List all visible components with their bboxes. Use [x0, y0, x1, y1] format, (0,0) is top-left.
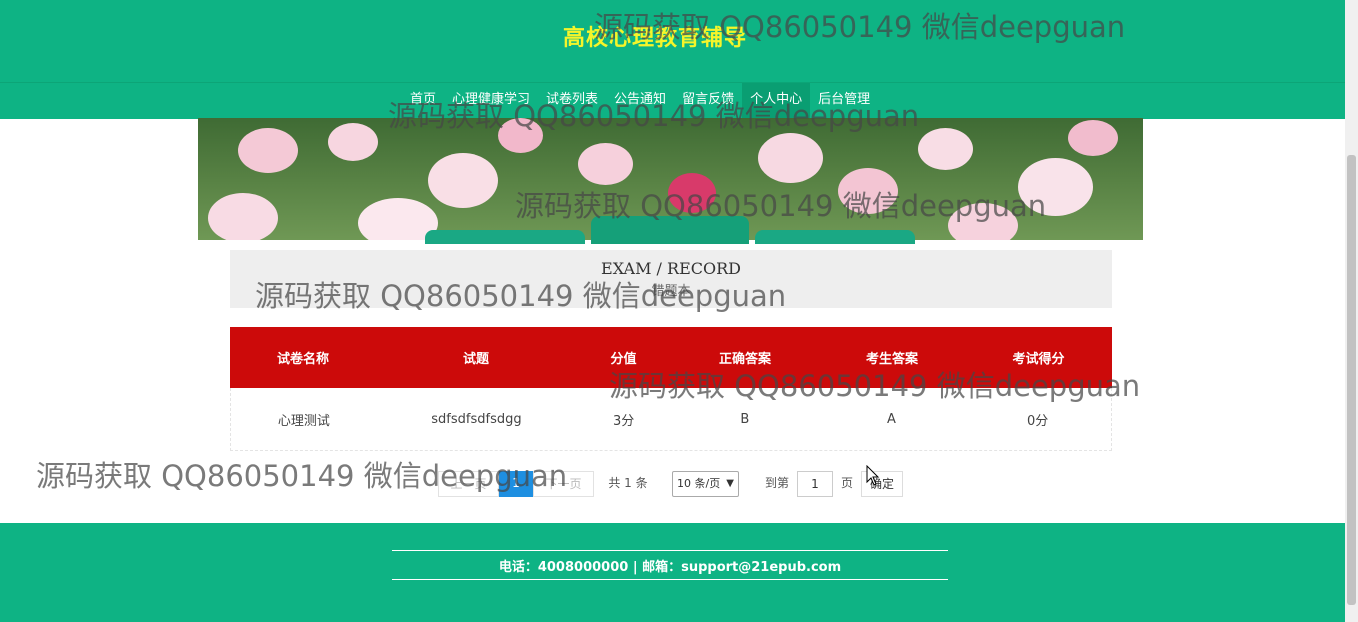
footer-divider-top	[392, 550, 948, 551]
nav-item-exam-list[interactable]: 试卷列表	[538, 83, 606, 119]
col-header-exam-score: 考试得分	[1012, 352, 1065, 367]
site-title: 高校心理教育辅导	[562, 26, 747, 51]
col-header-student-answer: 考生答案	[865, 352, 918, 367]
cell-exam-name: 心理测试	[277, 413, 330, 429]
cell-score-value: 3分	[612, 413, 635, 429]
col-header-correct-answer: 正确答案	[718, 352, 771, 367]
cell-correct-answer: B	[740, 411, 750, 427]
wrong-answers-table: 试卷名称 试题 分值 正确答案 考生答案 考试得分 心理测试 sdfsdfsdf…	[230, 327, 1112, 451]
site-header: 高校心理教育辅导	[0, 0, 1345, 82]
nav-item-personal-center[interactable]: 个人中心	[742, 83, 811, 119]
current-page-button[interactable]: 1	[499, 471, 533, 497]
mouse-cursor-icon	[866, 465, 880, 486]
main-nav: 首页 心理健康学习 试卷列表 公告通知 留言反馈 个人中心 后台管理	[0, 82, 1345, 119]
goto-label: 到第	[764, 476, 789, 490]
col-header-score-value: 分值	[610, 352, 637, 367]
section-title-box: EXAM / RECORD 错题本	[230, 250, 1112, 308]
table-row[interactable]: 心理测试 sdfsdfsdfsdgg 3分 B A 0分	[230, 388, 1112, 451]
total-count: 共 1 条	[608, 476, 648, 490]
nav-item-mental-health-learning[interactable]: 心理健康学习	[444, 83, 538, 119]
col-header-question: 试题	[462, 352, 489, 367]
nav-item-home[interactable]: 首页	[402, 83, 444, 119]
section-title-cn: 错题本	[651, 284, 691, 299]
prev-page-button[interactable]: 上一页	[438, 471, 499, 497]
banner-tab-decoration	[425, 216, 915, 244]
cell-question: sdfsdfsdfsdgg	[431, 411, 522, 427]
next-page-button[interactable]: 下一页	[533, 471, 594, 497]
table-header: 试卷名称 试题 分值 正确答案 考生答案 考试得分	[230, 327, 1112, 388]
page-size-value: 10 条/页	[677, 477, 721, 490]
cell-student-answer: A	[887, 411, 896, 427]
page-size-select[interactable]: 10 条/页 ▼	[672, 471, 739, 497]
cell-exam-score: 0分	[1027, 413, 1049, 429]
chevron-down-icon: ▼	[726, 478, 734, 489]
col-header-exam-name: 试卷名称	[276, 352, 329, 367]
footer-contact: 电话：4008000000 | 邮箱：support@21epub.com	[498, 560, 842, 575]
goto-page-input[interactable]: 1	[797, 471, 833, 497]
nav-item-announcements[interactable]: 公告通知	[606, 83, 674, 119]
footer-divider-bottom	[392, 579, 948, 580]
nav-item-feedback[interactable]: 留言反馈	[674, 83, 742, 119]
section-title-en: EXAM / RECORD	[601, 259, 741, 278]
site-footer: 电话：4008000000 | 邮箱：support@21epub.com	[0, 523, 1345, 622]
page-scrollbar[interactable]	[1345, 0, 1358, 622]
scrollbar-thumb[interactable]	[1347, 155, 1356, 605]
nav-item-admin[interactable]: 后台管理	[810, 83, 878, 119]
page-unit-label: 页	[840, 476, 853, 490]
